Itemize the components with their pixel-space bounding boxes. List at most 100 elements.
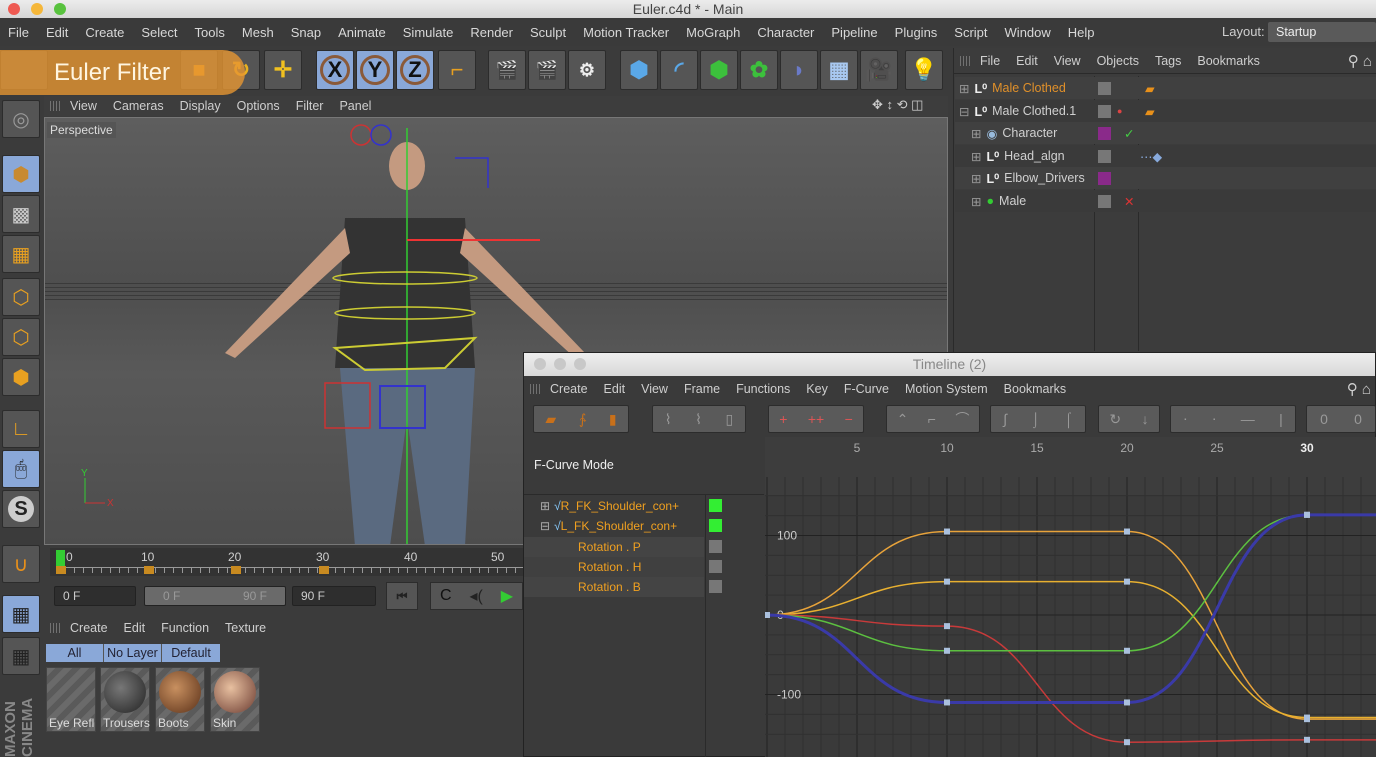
object-row[interactable]: ⊞ L⁰ Male Clothed ▰ — [955, 77, 1376, 99]
object-row[interactable]: ⊞ ◉ Character ✓ — [955, 122, 1376, 144]
keyframe-marker[interactable] — [231, 566, 241, 574]
play-icon[interactable]: ▶ — [501, 586, 513, 606]
menu-character[interactable]: Character — [757, 25, 814, 40]
cloner-icon[interactable]: ✿ — [740, 50, 778, 90]
viewport-menu-cameras[interactable]: Cameras — [113, 99, 164, 113]
camera-icon[interactable]: 🎥 — [860, 50, 898, 90]
lock-workplane-icon[interactable]: ▦ — [2, 595, 40, 633]
dopesheet-mode-icon[interactable]: ▮ — [609, 411, 617, 428]
material-eye-refl[interactable]: Eye Refl — [46, 667, 96, 732]
tl-menu-bookmarks[interactable]: Bookmarks — [1004, 382, 1067, 396]
time-slider[interactable]: 0 10 20 30 40 50 — [50, 548, 523, 576]
points-mode-icon[interactable]: ⬡ — [2, 278, 40, 316]
zero-angle-icon[interactable]: 0 — [1354, 411, 1362, 427]
add-key-icon[interactable]: + — [779, 411, 787, 427]
expand-icon[interactable]: ⊞ — [540, 499, 550, 513]
minimize-button[interactable] — [31, 3, 43, 15]
cube-icon[interactable]: ⬢ — [620, 50, 658, 90]
grip-icon[interactable] — [960, 55, 970, 66]
expand-icon[interactable]: ⊞ — [959, 81, 969, 96]
expand-icon[interactable]: ⊞ — [971, 171, 981, 186]
y-axis-toggle[interactable]: Y — [356, 50, 394, 90]
track-color-swatch[interactable] — [709, 560, 722, 573]
filter-all[interactable]: All — [46, 644, 104, 662]
grip-icon[interactable] — [50, 623, 60, 633]
search-icon[interactable]: ⚲ ⌂ — [1347, 380, 1371, 398]
edges-mode-icon[interactable]: ⬡ — [2, 318, 40, 356]
end-frame-field[interactable]: 90 F — [292, 586, 376, 606]
ease-in-out-icon[interactable]: ∫ — [1003, 411, 1007, 427]
frame-all-icon[interactable]: ⌇ — [665, 411, 672, 428]
tl-menu-frame[interactable]: Frame — [684, 382, 720, 396]
filter-no-layer[interactable]: No Layer — [104, 644, 162, 662]
tangent-icon-2[interactable]: ↓ — [1142, 411, 1149, 427]
om-menu-bookmarks[interactable]: Bookmarks — [1197, 54, 1260, 68]
tl-menu-key[interactable]: Key — [806, 382, 828, 396]
menu-snap[interactable]: Snap — [291, 25, 321, 40]
workplane-icon[interactable]: ▦ — [2, 235, 40, 273]
viewport-menu-options[interactable]: Options — [237, 99, 280, 113]
om-menu-edit[interactable]: Edit — [1016, 54, 1038, 68]
viewport-menu-filter[interactable]: Filter — [296, 99, 324, 113]
lock-buttons[interactable]: ⋅ ⋅ — | — [1170, 405, 1296, 433]
texture-mode-icon[interactable]: ▩ — [2, 195, 40, 233]
layer-swatch[interactable] — [1098, 126, 1111, 140]
viewport-nav-icons[interactable]: ✥ ↕ ⟲ ◫ — [872, 97, 923, 113]
track-row[interactable]: Rotation . H — [524, 557, 704, 577]
menu-tools[interactable]: Tools — [195, 25, 225, 40]
expand-icon[interactable]: ⊞ — [971, 126, 981, 141]
object-row[interactable]: ⊟ L⁰ Male Clothed.1 ● ▰ — [955, 100, 1376, 122]
frame-buttons[interactable]: ⌇ ⌇ ▯ — [652, 405, 746, 433]
zoom-button[interactable] — [54, 3, 66, 15]
current-frame-field[interactable]: 0 F — [54, 586, 136, 606]
light-icon[interactable]: 💡 — [905, 50, 943, 90]
mat-menu-create[interactable]: Create — [70, 621, 108, 635]
material-trousers[interactable]: Trousers — [100, 667, 150, 732]
mat-menu-texture[interactable]: Texture — [225, 621, 266, 635]
timeline-close-button[interactable] — [534, 358, 546, 370]
menu-script[interactable]: Script — [954, 25, 987, 40]
snap-icon[interactable]: S — [2, 490, 40, 528]
tl-menu-create[interactable]: Create — [550, 382, 588, 396]
spline-interp-icon[interactable]: ⌃ — [897, 411, 909, 428]
x-axis-toggle[interactable]: X — [316, 50, 354, 90]
object-name[interactable]: Head_algn — [1004, 149, 1064, 163]
menu-create[interactable]: Create — [85, 25, 124, 40]
render-picture-viewer-icon[interactable]: 🎬 — [528, 50, 566, 90]
floor-icon[interactable]: ▦ — [820, 50, 858, 90]
key-mode-icon[interactable]: ▰ — [545, 411, 556, 428]
z-axis-toggle[interactable]: Z — [396, 50, 434, 90]
disabled-x-icon[interactable]: ✕ — [1124, 194, 1134, 209]
track-row[interactable]: Rotation . B — [524, 577, 704, 597]
tl-menu-edit[interactable]: Edit — [604, 382, 626, 396]
menu-render[interactable]: Render — [470, 25, 513, 40]
delete-key-icon[interactable]: − — [845, 411, 853, 427]
material-skin[interactable]: Skin — [210, 667, 260, 732]
tag-icon[interactable]: ▰ — [1145, 104, 1155, 119]
viewport-menu-view[interactable]: View — [70, 99, 97, 113]
step-interp-icon[interactable]: ⌐ — [928, 411, 936, 427]
timeline-minimize-button[interactable] — [554, 358, 566, 370]
collapse-icon[interactable]: ⊟ — [540, 519, 550, 533]
expand-icon[interactable]: ⊞ — [971, 149, 981, 164]
constraint-tag-icon[interactable]: ⋯◆ — [1140, 149, 1162, 164]
om-menu-file[interactable]: File — [980, 54, 1000, 68]
lock-icon-4[interactable]: | — [1279, 411, 1283, 427]
layer-swatch[interactable] — [1098, 81, 1111, 95]
object-name[interactable]: Character — [1002, 126, 1057, 140]
track-row[interactable]: ⊞ √ R_FK_Shoulder_con+ — [524, 496, 704, 516]
lock-icon-1[interactable]: ⋅ — [1183, 411, 1187, 428]
layer-swatch[interactable] — [1098, 194, 1111, 208]
grip-icon[interactable] — [50, 101, 60, 111]
collapse-icon[interactable]: ⊟ — [959, 104, 969, 119]
track-row[interactable]: Rotation . P — [524, 537, 704, 557]
tl-menu-view[interactable]: View — [641, 382, 668, 396]
layer-swatch[interactable] — [1098, 171, 1111, 185]
track-color-swatch[interactable] — [709, 540, 722, 553]
ease-in-icon[interactable]: ⌡ — [1031, 411, 1039, 427]
viewport-menu-display[interactable]: Display — [180, 99, 221, 113]
menu-help[interactable]: Help — [1068, 25, 1095, 40]
timeline-zoom-button[interactable] — [574, 358, 586, 370]
lock-icon-3[interactable]: — — [1241, 411, 1255, 427]
polygons-mode-icon[interactable]: ⬢ — [2, 358, 40, 396]
